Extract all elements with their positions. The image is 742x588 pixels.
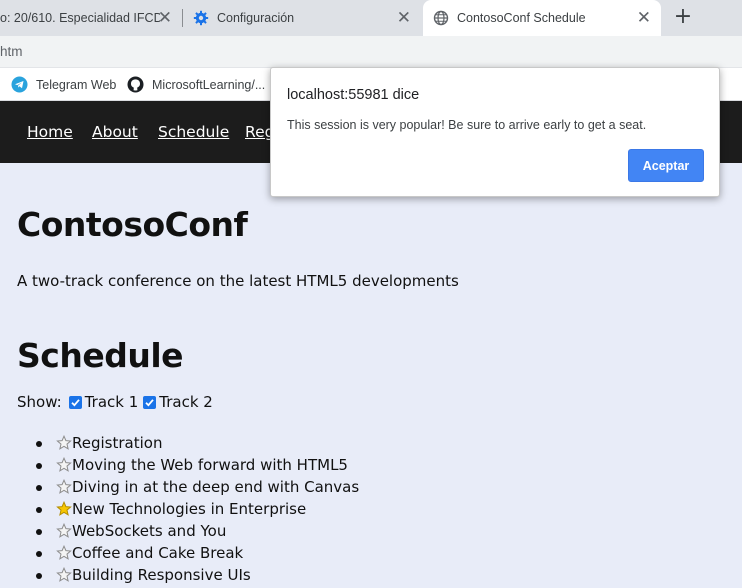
show-label: Show: xyxy=(17,393,62,411)
bullet xyxy=(36,441,42,447)
list-item: WebSockets and You xyxy=(36,520,359,542)
session-title: Registration xyxy=(72,434,163,452)
track-1-checkbox[interactable] xyxy=(68,395,82,409)
list-item: Registration xyxy=(36,432,359,454)
bullet xyxy=(36,551,42,557)
tab-especialidad[interactable]: o: 20/610. Especialidad IFCD ✕ xyxy=(0,0,182,36)
bullet xyxy=(36,485,42,491)
session-title: Coffee and Cake Break xyxy=(72,544,244,562)
star-outline-icon[interactable] xyxy=(56,479,72,495)
close-icon[interactable]: ✕ xyxy=(158,9,172,27)
list-item: Building Responsive UIs xyxy=(36,564,359,586)
tab-title: o: 20/610. Especialidad IFCD xyxy=(0,11,160,25)
page-title: ContosoConf xyxy=(17,205,248,244)
bookmark-microsoftlearning[interactable]: MicrosoftLearning/... xyxy=(127,76,265,93)
session-title: Moving the Web forward with HTML5 xyxy=(72,456,348,474)
bookmark-label: MicrosoftLearning/... xyxy=(152,77,266,92)
track-2-label: Track 2 xyxy=(159,393,213,411)
track-2-checkbox[interactable] xyxy=(143,395,157,409)
session-title: WebSockets and You xyxy=(72,522,227,540)
nav-home-link[interactable]: Home xyxy=(27,123,73,141)
star-filled-icon[interactable] xyxy=(56,501,72,517)
github-icon xyxy=(127,76,144,93)
star-outline-icon[interactable] xyxy=(56,435,72,451)
alert-dialog: localhost:55981 dice This session is ver… xyxy=(270,67,720,197)
track-filter: Show: Track 1 Track 2 xyxy=(17,393,218,411)
star-outline-icon[interactable] xyxy=(56,545,72,561)
bullet xyxy=(36,463,42,469)
session-list: Registration Moving the Web forward with… xyxy=(36,432,360,586)
schedule-heading: Schedule xyxy=(17,336,184,375)
session-title: New Technologies in Enterprise xyxy=(72,500,307,518)
close-icon[interactable]: ✕ xyxy=(397,9,411,27)
tab-configuracion[interactable]: Configuración ✕ xyxy=(183,0,421,36)
dialog-title: localhost:55981 dice xyxy=(287,87,420,103)
tab-contosoconf-schedule[interactable]: ContosoConf Schedule ✕ xyxy=(423,0,661,36)
star-outline-icon[interactable] xyxy=(56,567,72,583)
new-tab-plus-icon[interactable]: + xyxy=(672,4,694,30)
url-text[interactable]: htm xyxy=(0,44,23,59)
tab-title: Configuración xyxy=(217,11,295,25)
track-1-label: Track 1 xyxy=(84,393,139,411)
nav-schedule-link[interactable]: Schedule xyxy=(158,123,229,141)
globe-icon xyxy=(433,10,449,26)
list-item: New Technologies in Enterprise xyxy=(36,498,359,520)
track-2-toggle[interactable]: Track 2 xyxy=(143,393,213,411)
telegram-icon xyxy=(11,76,28,93)
gear-icon xyxy=(193,10,209,26)
close-icon[interactable]: ✕ xyxy=(637,9,651,27)
accept-button[interactable]: Aceptar xyxy=(628,149,704,182)
star-outline-icon[interactable] xyxy=(56,457,72,473)
tagline: A two-track conference on the latest HTM… xyxy=(17,272,459,290)
list-item: Moving the Web forward with HTML5 xyxy=(36,454,359,476)
list-item: Coffee and Cake Break xyxy=(36,542,359,564)
tab-bar: o: 20/610. Especialidad IFCD ✕ Configura… xyxy=(0,0,742,36)
nav-about-link[interactable]: About xyxy=(92,123,138,141)
address-bar[interactable]: htm xyxy=(0,36,742,68)
star-outline-icon[interactable] xyxy=(56,523,72,539)
bullet xyxy=(36,507,42,513)
bookmark-label: Telegram Web xyxy=(36,77,117,92)
track-1-toggle[interactable]: Track 1 xyxy=(68,393,139,411)
session-title: Diving in at the deep end with Canvas xyxy=(72,478,360,496)
bullet xyxy=(36,529,42,535)
list-item: Diving in at the deep end with Canvas xyxy=(36,476,360,498)
session-title: Building Responsive UIs xyxy=(72,566,251,584)
bullet xyxy=(36,573,42,579)
dialog-message: This session is very popular! Be sure to… xyxy=(287,118,647,132)
tab-title: ContosoConf Schedule xyxy=(457,11,586,25)
bookmark-telegram-web[interactable]: Telegram Web xyxy=(11,76,116,93)
